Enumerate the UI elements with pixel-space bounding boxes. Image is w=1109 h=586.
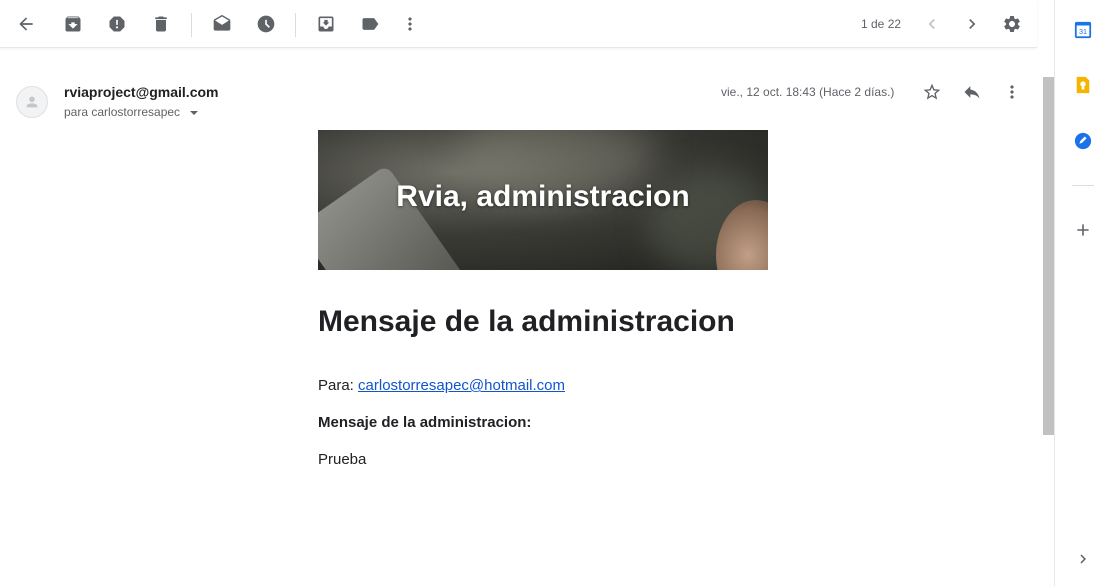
add-icon[interactable] — [1073, 220, 1093, 240]
delete-icon — [155, 16, 167, 32]
banner-title: Rvia, administracion — [396, 180, 690, 213]
message-text: Prueba — [318, 451, 367, 468]
tasks-icon[interactable] — [1073, 131, 1093, 151]
back-arrow-icon — [19, 17, 33, 31]
older-button[interactable] — [956, 8, 988, 40]
expand-icon[interactable] — [1073, 549, 1093, 569]
recipient-label: para carlostorresapec — [64, 105, 181, 119]
side-panel: 31 — [1054, 0, 1109, 586]
sender-email[interactable]: rviaproject@gmail.com — [64, 84, 218, 100]
caret-down-icon[interactable] — [190, 110, 199, 115]
settings-button[interactable] — [996, 8, 1028, 40]
calendar-icon[interactable]: 31 — [1073, 20, 1093, 40]
gear-icon — [1004, 16, 1020, 32]
message-toolbar: 1 de 22 — [0, 0, 1037, 48]
reply-icon — [964, 86, 980, 99]
para-label: Para: — [318, 377, 359, 394]
message-more-button[interactable] — [1000, 80, 1024, 104]
chevron-left-icon — [928, 19, 935, 29]
chevron-right-icon — [969, 19, 976, 29]
mark-unread-button[interactable] — [206, 8, 238, 40]
keep-icon[interactable] — [1073, 75, 1093, 95]
archive-icon — [65, 16, 81, 32]
more-options-button[interactable] — [394, 8, 426, 40]
scrollbar-thumb[interactable] — [1043, 77, 1054, 435]
mark-unread-icon — [213, 14, 231, 31]
toolbar-divider — [295, 13, 296, 37]
toolbar-divider — [191, 13, 192, 37]
gmail-message-view: 1 de 22 rviaproject@gmail.com para carlo… — [0, 0, 1109, 586]
snooze-icon — [257, 15, 275, 33]
message-date: vie., 12 oct. 18:43 (Hace 2 días.) — [721, 85, 895, 99]
para-line: Para: carlostorresapec@hotmail.com — [318, 377, 565, 394]
more-vert-icon — [408, 17, 412, 31]
email-heading: Mensaje de la administracion — [318, 305, 735, 338]
label-icon — [362, 18, 379, 30]
report-spam-button[interactable] — [101, 8, 133, 40]
more-vert-icon — [1010, 85, 1014, 99]
newer-button[interactable] — [916, 8, 948, 40]
reply-button[interactable] — [960, 80, 984, 104]
archive-button[interactable] — [57, 8, 89, 40]
back-button[interactable] — [10, 8, 42, 40]
delete-button[interactable] — [145, 8, 177, 40]
calendar-day: 31 — [1079, 27, 1087, 36]
move-to-button[interactable] — [310, 8, 342, 40]
star-outline-icon — [923, 83, 941, 100]
person-icon — [26, 96, 38, 108]
pager-count: 1 de 22 — [861, 17, 902, 31]
star-button[interactable] — [920, 80, 944, 104]
report-spam-icon — [109, 16, 125, 32]
recipient-email-link[interactable]: carlostorresapec@hotmail.com — [358, 377, 565, 394]
side-panel-divider — [1072, 185, 1094, 186]
sender-avatar[interactable] — [16, 86, 48, 118]
message-label: Mensaje de la administracion: — [318, 414, 532, 431]
label-button[interactable] — [354, 8, 386, 40]
email-banner-image: Rvia, administracion — [318, 130, 768, 270]
move-to-icon — [318, 16, 334, 32]
snooze-button[interactable] — [250, 8, 282, 40]
recipient-line[interactable]: para carlostorresapec — [64, 105, 199, 119]
